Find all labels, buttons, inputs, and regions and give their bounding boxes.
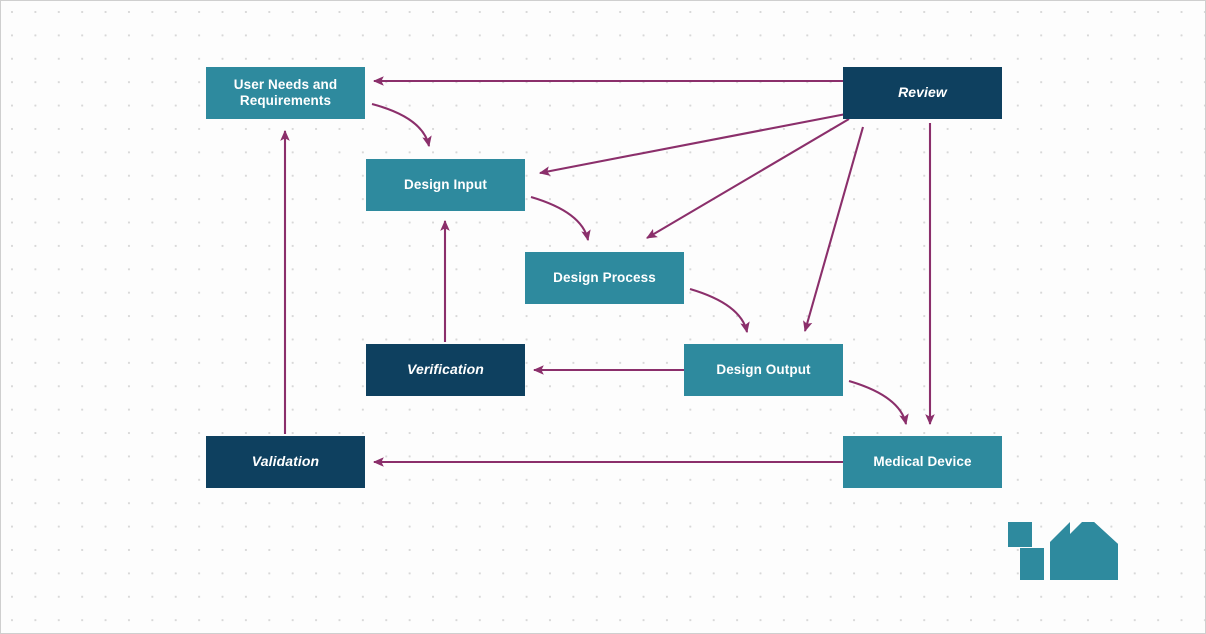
node-verification[interactable]: Verification (366, 344, 525, 396)
node-label: Design Process (553, 269, 656, 285)
node-label: User Needs and Requirements (233, 76, 338, 108)
node-user-needs[interactable]: User Needs and Requirements (206, 67, 365, 119)
edge-review-to-design-input (538, 112, 847, 176)
brand-logo-icon (1008, 522, 1118, 580)
edge-design-process-to-design-output (689, 287, 750, 334)
edge-review-to-design-process (646, 118, 850, 239)
node-label: Design Output (716, 361, 811, 377)
node-design-process[interactable]: Design Process (525, 252, 684, 304)
edge-design-input-to-design-process (530, 195, 591, 242)
node-label: Review (898, 84, 947, 101)
node-label: Medical Device (873, 453, 972, 469)
edge-design-output-to-medical-device (848, 379, 909, 426)
edge-user-needs-to-design-input (371, 102, 432, 148)
node-label: Verification (407, 361, 484, 378)
node-label: Validation (251, 453, 320, 470)
node-design-output[interactable]: Design Output (684, 344, 843, 396)
node-medical-device[interactable]: Medical Device (843, 436, 1002, 488)
diagram-canvas: User Needs and Requirements Review Desig… (0, 0, 1206, 634)
node-review[interactable]: Review (843, 67, 1002, 119)
edge-review-to-design-output (803, 126, 865, 333)
node-label: Design Input (404, 176, 487, 192)
node-design-input[interactable]: Design Input (366, 159, 525, 211)
node-validation[interactable]: Validation (206, 436, 365, 488)
